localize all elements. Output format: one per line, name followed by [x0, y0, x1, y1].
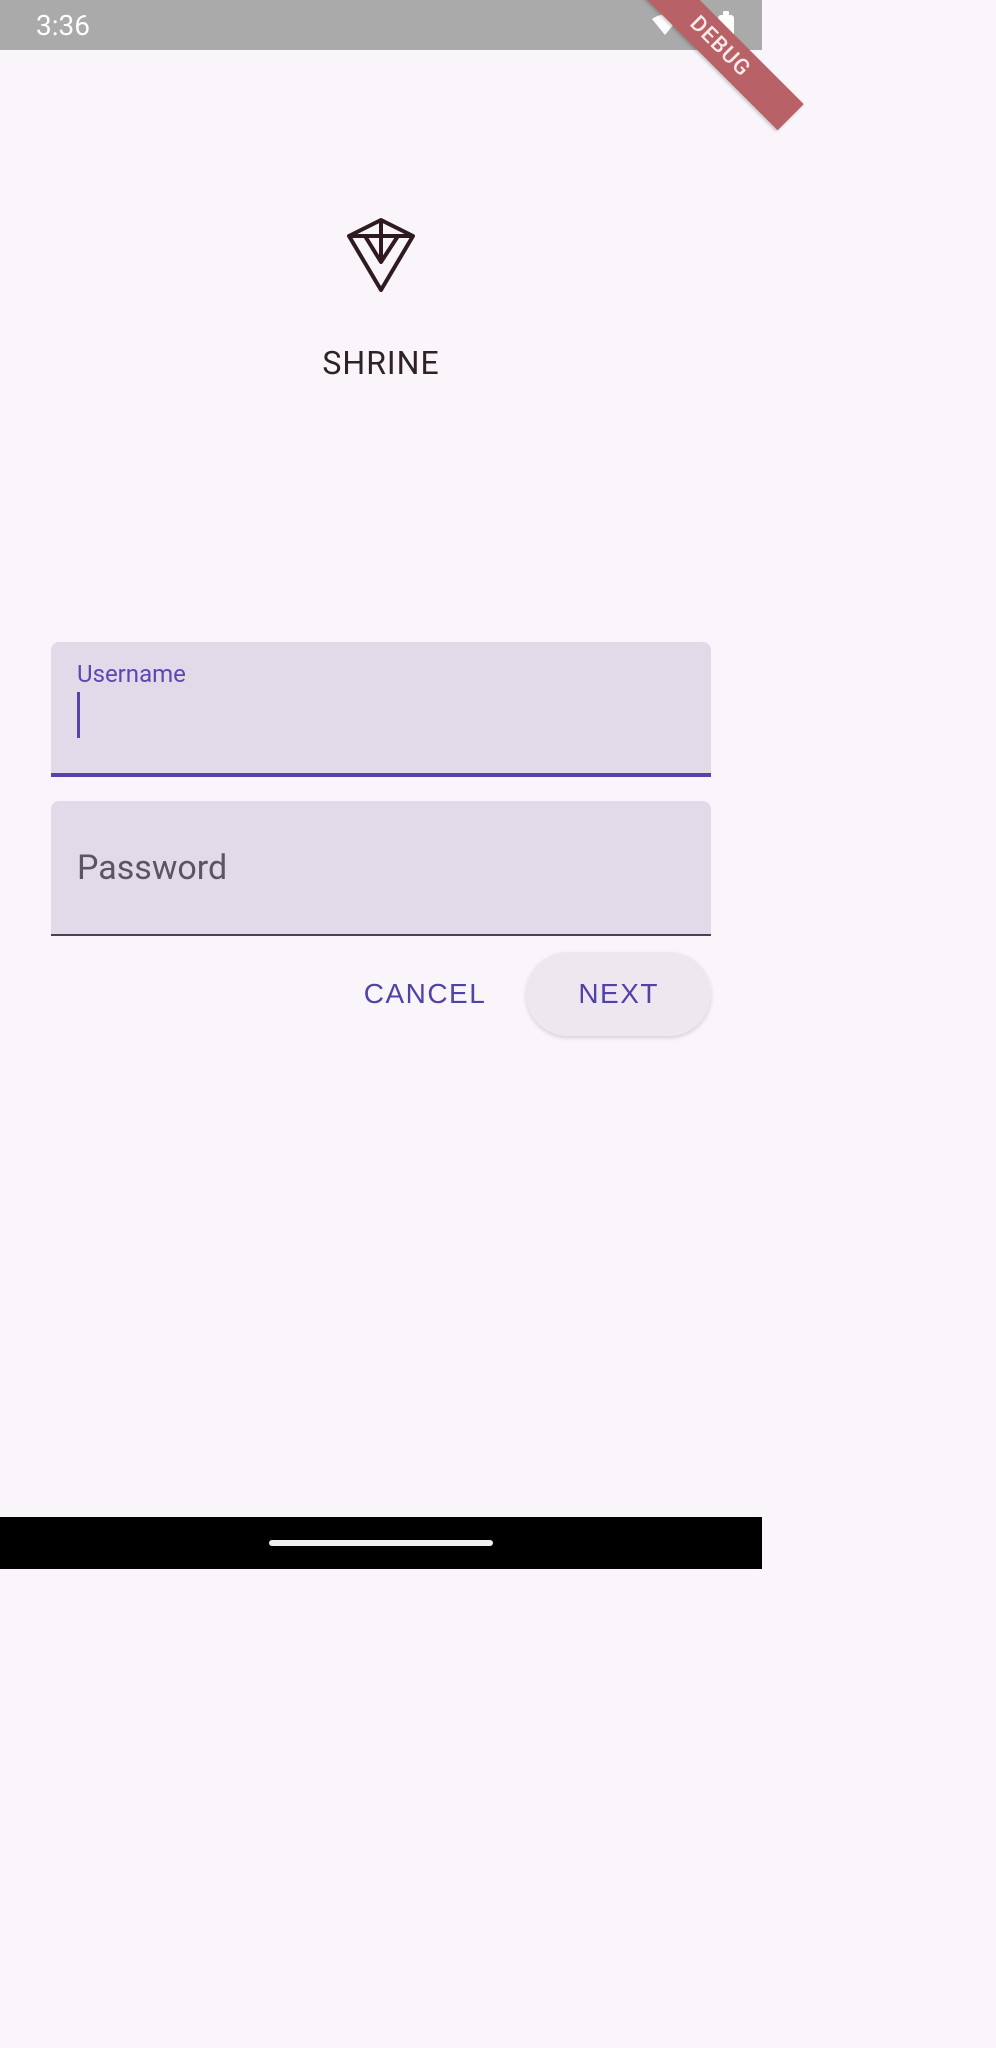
- status-time: 3:36: [36, 9, 90, 42]
- status-bar: 3:36: [0, 0, 762, 50]
- diamond-logo-icon: [345, 218, 417, 292]
- button-row: CANCEL NEXT: [51, 952, 711, 1036]
- login-screen: SHRINE Username Password CANCEL NEXT: [0, 50, 762, 1036]
- app-name: SHRINE: [322, 344, 439, 382]
- android-nav-bar: [0, 1517, 762, 1569]
- cancel-button[interactable]: CANCEL: [352, 954, 499, 1034]
- next-button[interactable]: NEXT: [526, 952, 711, 1036]
- username-label: Username: [77, 660, 685, 688]
- text-cursor: [77, 692, 80, 738]
- nav-handle[interactable]: [269, 1540, 493, 1546]
- username-field[interactable]: Username: [51, 642, 711, 777]
- password-field[interactable]: Password: [51, 801, 711, 936]
- logo-block: SHRINE: [322, 218, 439, 382]
